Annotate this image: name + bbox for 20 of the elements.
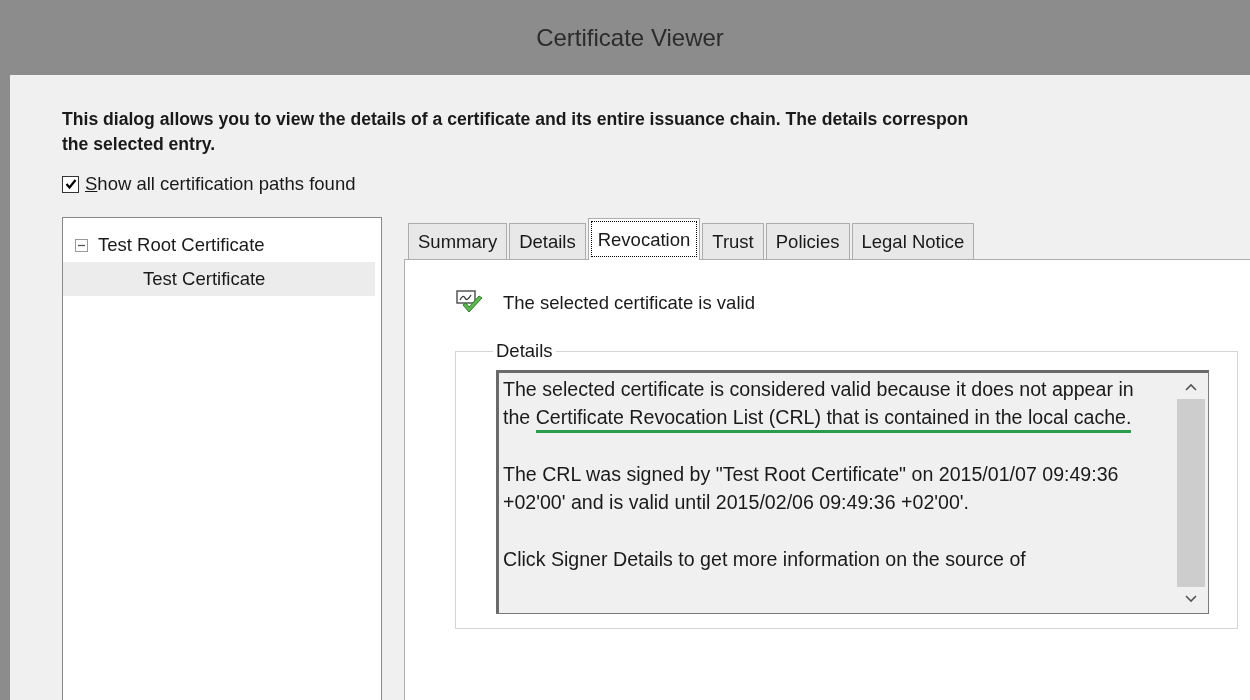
group-label: Details [495, 340, 554, 362]
intro-text: This dialog allows you to view the details of a certificate and its entire issuance chain. The details correspon [62, 108, 970, 131]
details-paragraph: The CRL was signed by "Test Root Certificate" on 2015/01/07 09:49:36 +02'00' and is valid until 2015/02/06 09:49:36 +02'00'. [503, 462, 1120, 515]
tab[interactable]: Trust [702, 223, 764, 259]
intro-text: the selected entry. [62, 133, 217, 156]
tree-item[interactable]: Test Certificate [63, 262, 375, 296]
tab[interactable]: Summary [408, 223, 508, 259]
details-paragraph: The selected certificate is considered valid because it does not appear in the Certificate Revocation List (CRL) that is contained in the local cache. [503, 375, 1163, 431]
tab[interactable]: Policies [765, 223, 850, 259]
details-text-area[interactable] [496, 370, 1209, 614]
checkbox-label[interactable]: Show all certification paths found [85, 173, 356, 195]
tab[interactable]: Revocation [587, 218, 701, 260]
checkbox[interactable] [62, 175, 79, 193]
tab[interactable]: Details [509, 223, 586, 259]
window-title: Certificate Viewer [536, 23, 724, 52]
tree-item[interactable]: Test Root Certificate [63, 228, 375, 262]
collapse-icon[interactable] [75, 238, 88, 252]
details-paragraph: Click Signer Details to get more information on the source of [503, 547, 1027, 572]
status-text: The selected certificate is valid [503, 292, 755, 314]
tab[interactable]: Legal Notice [851, 223, 975, 259]
